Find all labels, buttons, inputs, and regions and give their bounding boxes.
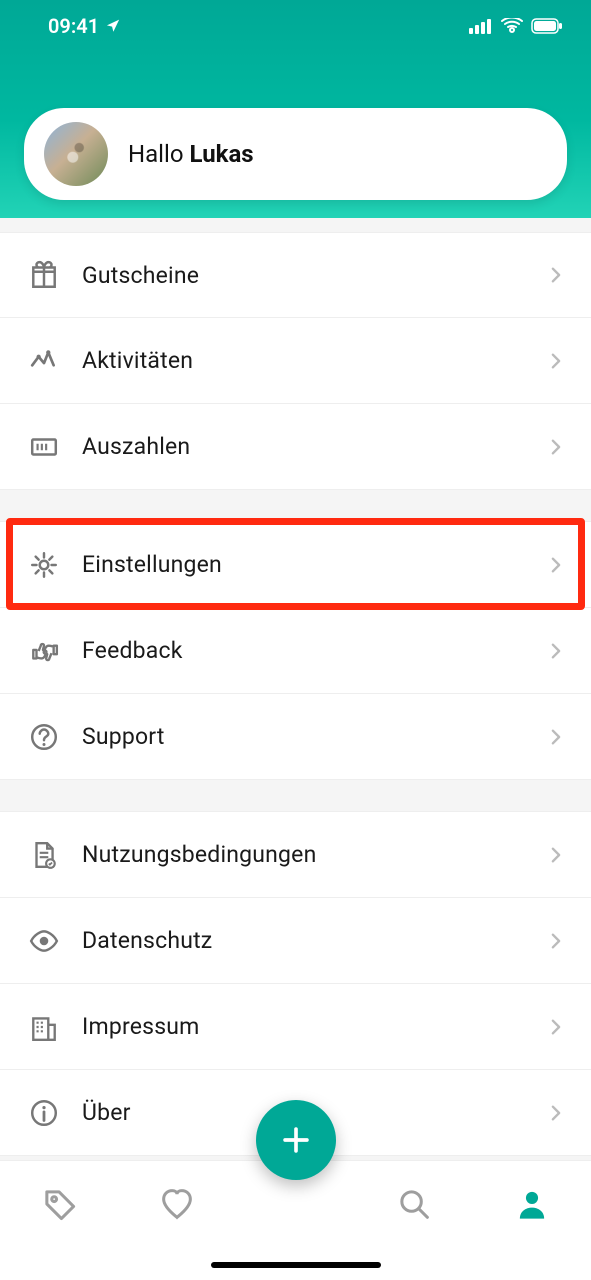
- activity-icon: [24, 346, 64, 376]
- row-label: Gutscheine: [82, 262, 545, 289]
- tab-search[interactable]: [384, 1187, 444, 1221]
- help-icon: [24, 722, 64, 752]
- plus-icon: [279, 1123, 313, 1157]
- row-label: Nutzungsbedingungen: [82, 841, 545, 868]
- row-privacy[interactable]: Datenschutz: [0, 898, 591, 984]
- profile-card[interactable]: Hallo Lukas: [24, 108, 567, 200]
- gift-icon: [24, 260, 64, 290]
- menu-list: Gutscheine Aktivitäten Auszahlen Einstellun…: [0, 218, 591, 1156]
- search-icon: [397, 1187, 431, 1221]
- tab-profile[interactable]: [502, 1187, 562, 1221]
- row-label: Impressum: [82, 1013, 545, 1040]
- info-icon: [24, 1098, 64, 1128]
- header: 09:41 Hallo Lukas: [0, 0, 591, 218]
- add-button[interactable]: [256, 1100, 336, 1180]
- status-time: 09:41: [48, 14, 99, 38]
- building-icon: [24, 1012, 64, 1042]
- user-name: Lukas: [190, 140, 254, 168]
- chevron-right-icon: [545, 930, 567, 952]
- chevron-right-icon: [545, 1102, 567, 1124]
- avatar[interactable]: [44, 122, 108, 186]
- tab-likes[interactable]: [147, 1187, 207, 1221]
- row-feedback[interactable]: Feedback: [0, 608, 591, 694]
- home-indicator: [211, 1262, 381, 1268]
- chevron-right-icon: [545, 264, 567, 286]
- document-icon: [24, 840, 64, 870]
- chevron-right-icon: [545, 726, 567, 748]
- location-arrow-icon: [105, 17, 123, 35]
- chevron-right-icon: [545, 1016, 567, 1038]
- row-support[interactable]: Support: [0, 694, 591, 780]
- cellular-icon: [469, 18, 493, 34]
- greeting: Hallo Lukas: [128, 140, 254, 168]
- row-vouchers[interactable]: Gutscheine: [0, 232, 591, 318]
- banknote-icon: [24, 432, 64, 462]
- person-icon: [515, 1187, 549, 1221]
- greeting-prefix: Hallo: [128, 140, 190, 168]
- chevron-right-icon: [545, 844, 567, 866]
- row-label: Aktivitäten: [82, 347, 545, 374]
- row-label: Einstellungen: [82, 551, 545, 578]
- status-bar: 09:41: [0, 0, 591, 38]
- row-label: Datenschutz: [82, 927, 545, 954]
- thumbs-icon: [24, 636, 64, 666]
- row-payouts[interactable]: Auszahlen: [0, 404, 591, 490]
- wifi-icon: [501, 18, 523, 34]
- tab-offers[interactable]: [29, 1187, 89, 1221]
- eye-icon: [24, 926, 64, 956]
- gear-icon: [24, 550, 64, 580]
- row-label: Auszahlen: [82, 433, 545, 460]
- status-indicators: [469, 18, 563, 34]
- battery-icon: [531, 18, 563, 34]
- row-settings[interactable]: Einstellungen: [0, 522, 591, 608]
- row-terms[interactable]: Nutzungsbedingungen: [0, 812, 591, 898]
- chevron-right-icon: [545, 640, 567, 662]
- chevron-right-icon: [545, 436, 567, 458]
- chevron-right-icon: [545, 350, 567, 372]
- row-label: Feedback: [82, 637, 545, 664]
- section-gap: [0, 780, 591, 812]
- row-label: Support: [82, 723, 545, 750]
- row-activities[interactable]: Aktivitäten: [0, 318, 591, 404]
- section-gap: [0, 490, 591, 522]
- heart-icon: [160, 1187, 194, 1221]
- row-imprint[interactable]: Impressum: [0, 984, 591, 1070]
- chevron-right-icon: [545, 554, 567, 576]
- tag-icon: [42, 1187, 76, 1221]
